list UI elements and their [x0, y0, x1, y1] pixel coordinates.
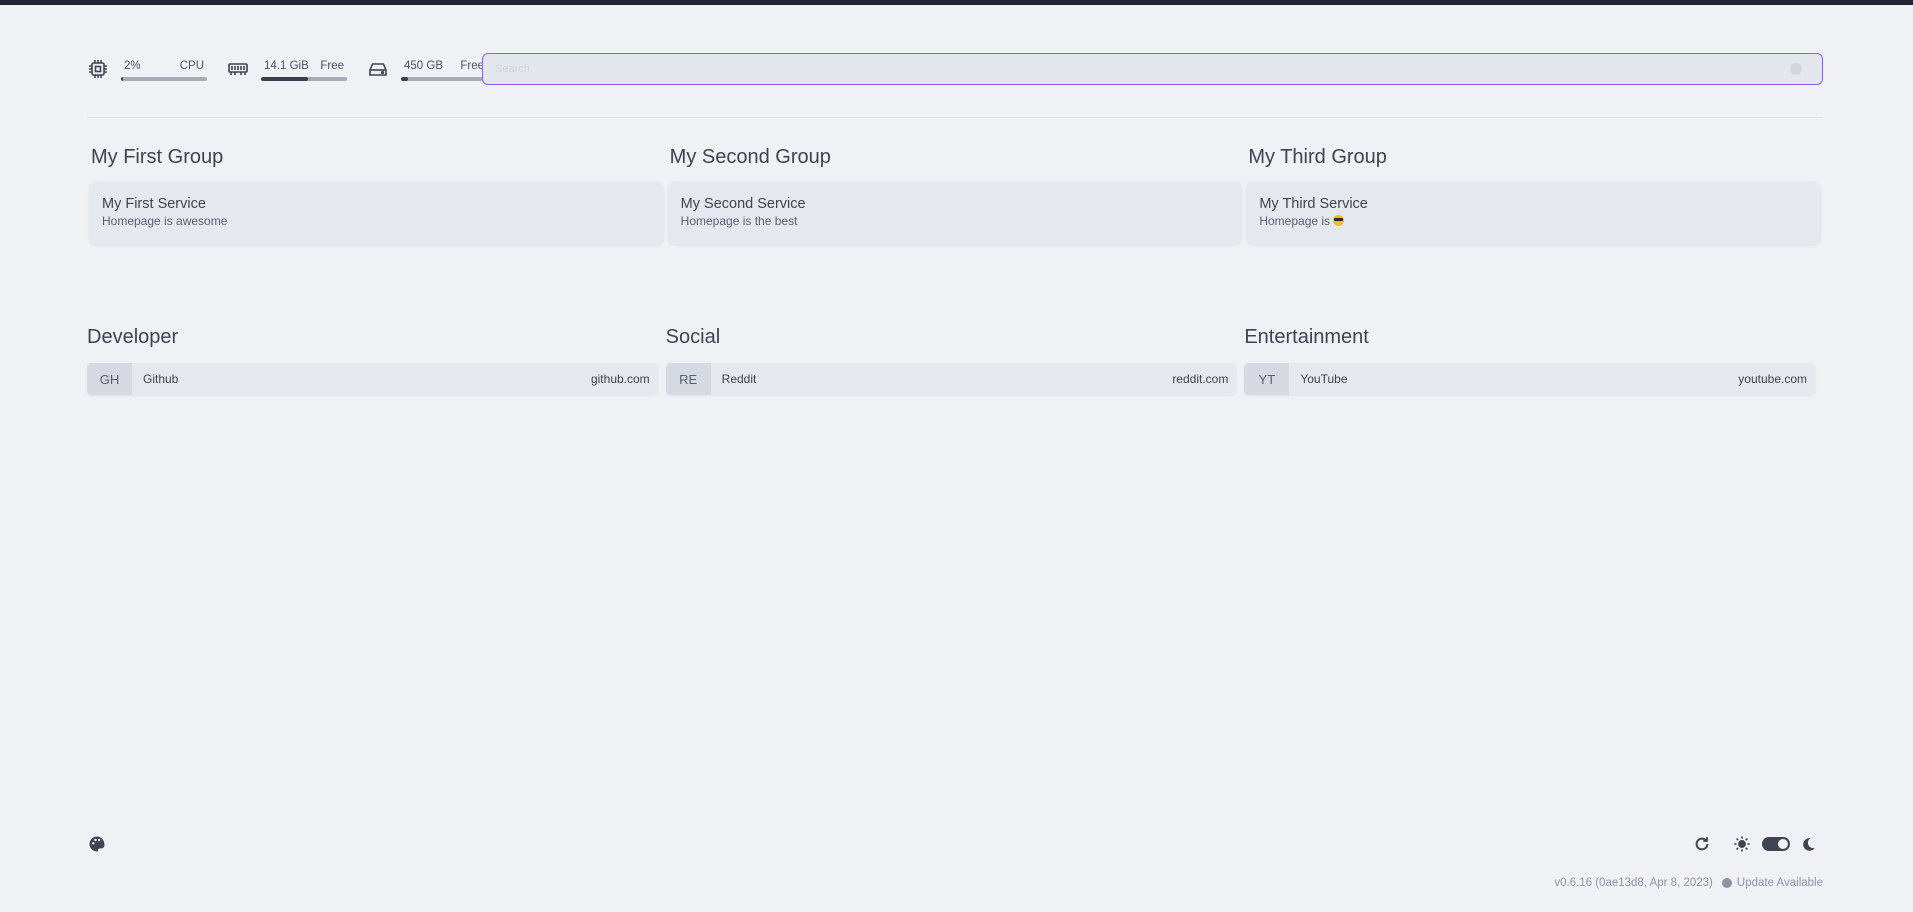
- service-group: My Second Group My Second Service Homepa…: [666, 140, 1245, 244]
- disk-usage-bar: [401, 77, 487, 81]
- resource-widgets: 2% CPU 14.1 GiB Free 450 GB Free: [87, 52, 507, 86]
- update-available-link[interactable]: Update Available: [1737, 877, 1823, 889]
- bookmark-item[interactable]: GH Github github.com: [87, 363, 658, 395]
- bookmark-group: Developer GH Github github.com: [87, 320, 666, 395]
- sun-icon[interactable]: [1732, 834, 1752, 854]
- bookmark-group-title: Social: [665, 326, 721, 348]
- group-title: My First Group: [91, 146, 224, 168]
- theme-toggle[interactable]: [1762, 837, 1790, 851]
- service-name: My Second Service: [680, 196, 806, 212]
- header-divider: [87, 117, 1823, 118]
- bookmark-abbr: YT: [1244, 363, 1290, 395]
- memory-label: Free: [320, 60, 344, 72]
- search-input[interactable]: [483, 54, 1790, 84]
- moon-icon[interactable]: [1798, 834, 1818, 854]
- bookmark-item[interactable]: RE Reddit reddit.com: [665, 363, 1237, 395]
- service-groups: My First Group My First Service Homepage…: [87, 140, 1823, 244]
- disk-widget: 450 GB Free: [367, 54, 487, 84]
- memory-icon: [227, 58, 249, 80]
- memory-widget: 14.1 GiB Free: [227, 54, 347, 84]
- bookmark-abbr: RE: [665, 363, 711, 395]
- cpu-usage-bar: [121, 77, 207, 81]
- version-text: v0.6.16 (0ae13d8, Apr 8, 2023): [1554, 877, 1713, 889]
- memory-usage-bar: [261, 77, 347, 81]
- bookmark-group-title: Developer: [87, 326, 179, 348]
- bookmark-groups: Developer GH Github github.com Social RE…: [87, 320, 1823, 395]
- service-card[interactable]: My Third Service Homepage is: [1247, 182, 1821, 244]
- search-provider-icon[interactable]: [1790, 63, 1802, 75]
- bookmark-name: Github: [143, 372, 179, 386]
- group-title: My Third Group: [1248, 146, 1387, 168]
- bookmark-group: Social RE Reddit reddit.com: [665, 320, 1245, 395]
- palette-icon[interactable]: [88, 835, 106, 853]
- memory-value: 14.1 GiB: [264, 60, 309, 72]
- cpu-value: 2%: [124, 60, 141, 72]
- service-description: Homepage is the best: [680, 214, 798, 228]
- bookmark-url: github.com: [590, 372, 650, 386]
- cpu-label: CPU: [179, 60, 204, 72]
- cpu-icon: [87, 58, 109, 80]
- search-box[interactable]: [482, 53, 1823, 85]
- service-group: My Third Group My Third Service Homepage…: [1244, 140, 1823, 244]
- cpu-widget: 2% CPU: [87, 54, 207, 84]
- service-description: Homepage is awesome: [102, 214, 228, 228]
- refresh-icon[interactable]: [1692, 834, 1712, 854]
- service-card[interactable]: My Second Service Homepage is the best: [668, 182, 1242, 244]
- footer-controls: [1692, 834, 1818, 854]
- bookmark-name: YouTube: [1300, 372, 1348, 386]
- disk-value: 450 GB: [404, 60, 443, 72]
- bookmark-url: youtube.com: [1738, 372, 1808, 386]
- info-icon: [1721, 878, 1732, 888]
- bookmark-group-title: Entertainment: [1244, 326, 1369, 348]
- top-accent-bar: [0, 0, 1913, 5]
- group-title: My Second Group: [669, 146, 831, 168]
- disk-icon: [367, 58, 389, 80]
- service-group: My First Group My First Service Homepage…: [87, 140, 666, 244]
- bookmark-name: Reddit: [721, 372, 757, 386]
- service-name: My Third Service: [1259, 196, 1368, 212]
- service-description: Homepage is: [1259, 214, 1331, 228]
- bookmark-group: Entertainment YT YouTube youtube.com: [1244, 320, 1823, 395]
- bookmark-url: reddit.com: [1172, 372, 1229, 386]
- sunglasses-emoji-icon: [1333, 215, 1345, 226]
- bookmark-abbr: GH: [87, 363, 132, 395]
- disk-label: Free: [460, 60, 484, 72]
- service-name: My First Service: [102, 196, 206, 212]
- service-card[interactable]: My First Service Homepage is awesome: [90, 182, 663, 244]
- bookmark-item[interactable]: YT YouTube youtube.com: [1244, 363, 1816, 395]
- version-info: v0.6.16 (0ae13d8, Apr 8, 2023) Update Av…: [1554, 877, 1823, 889]
